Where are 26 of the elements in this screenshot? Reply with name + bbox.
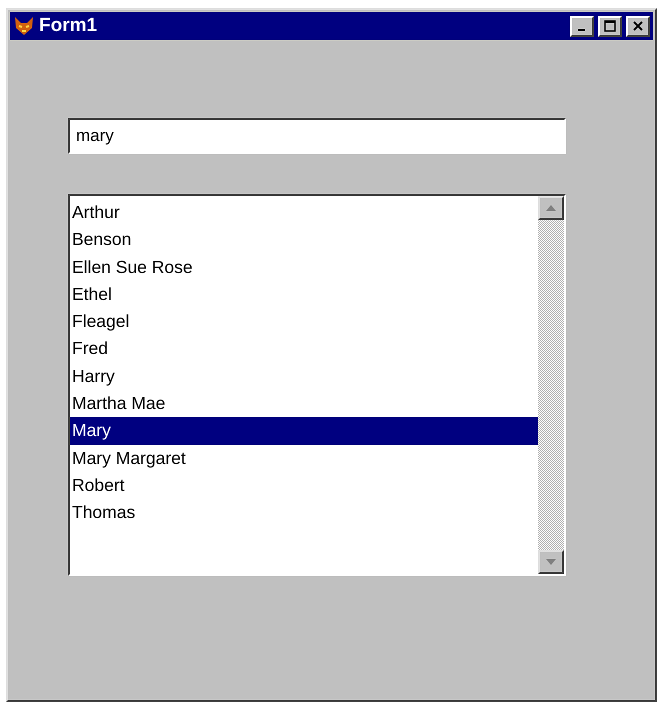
- list-item[interactable]: Benson: [70, 226, 538, 254]
- list-item[interactable]: Thomas: [70, 499, 538, 527]
- list-item[interactable]: Martha Mae: [70, 390, 538, 418]
- maximize-icon: [604, 20, 616, 32]
- minimize-button[interactable]: [570, 16, 594, 36]
- scroll-down-button[interactable]: [538, 550, 564, 574]
- list-item[interactable]: Arthur: [70, 199, 538, 226]
- list-item[interactable]: Ellen Sue Rose: [70, 254, 538, 281]
- maximize-button[interactable]: [598, 16, 622, 36]
- search-field[interactable]: mary: [68, 118, 566, 154]
- list-item[interactable]: Mary: [70, 417, 538, 445]
- list-item[interactable]: Ethel: [70, 280, 538, 308]
- list-item[interactable]: Harry: [70, 362, 538, 390]
- window-title: Form1: [39, 15, 98, 37]
- close-button[interactable]: [626, 16, 650, 36]
- scrollbar[interactable]: [538, 196, 564, 574]
- list-item[interactable]: Fleagel: [70, 308, 538, 336]
- up-arrow-icon: [546, 205, 556, 211]
- cat-icon: [13, 15, 35, 37]
- list-item[interactable]: Fred: [70, 335, 538, 363]
- close-icon: [632, 20, 644, 32]
- down-arrow-icon: [546, 559, 556, 565]
- scroll-up-button[interactable]: [538, 196, 564, 220]
- list-item[interactable]: Mary Margaret: [70, 444, 538, 472]
- list-item[interactable]: Robert: [70, 472, 538, 500]
- minimize-icon: [578, 29, 584, 31]
